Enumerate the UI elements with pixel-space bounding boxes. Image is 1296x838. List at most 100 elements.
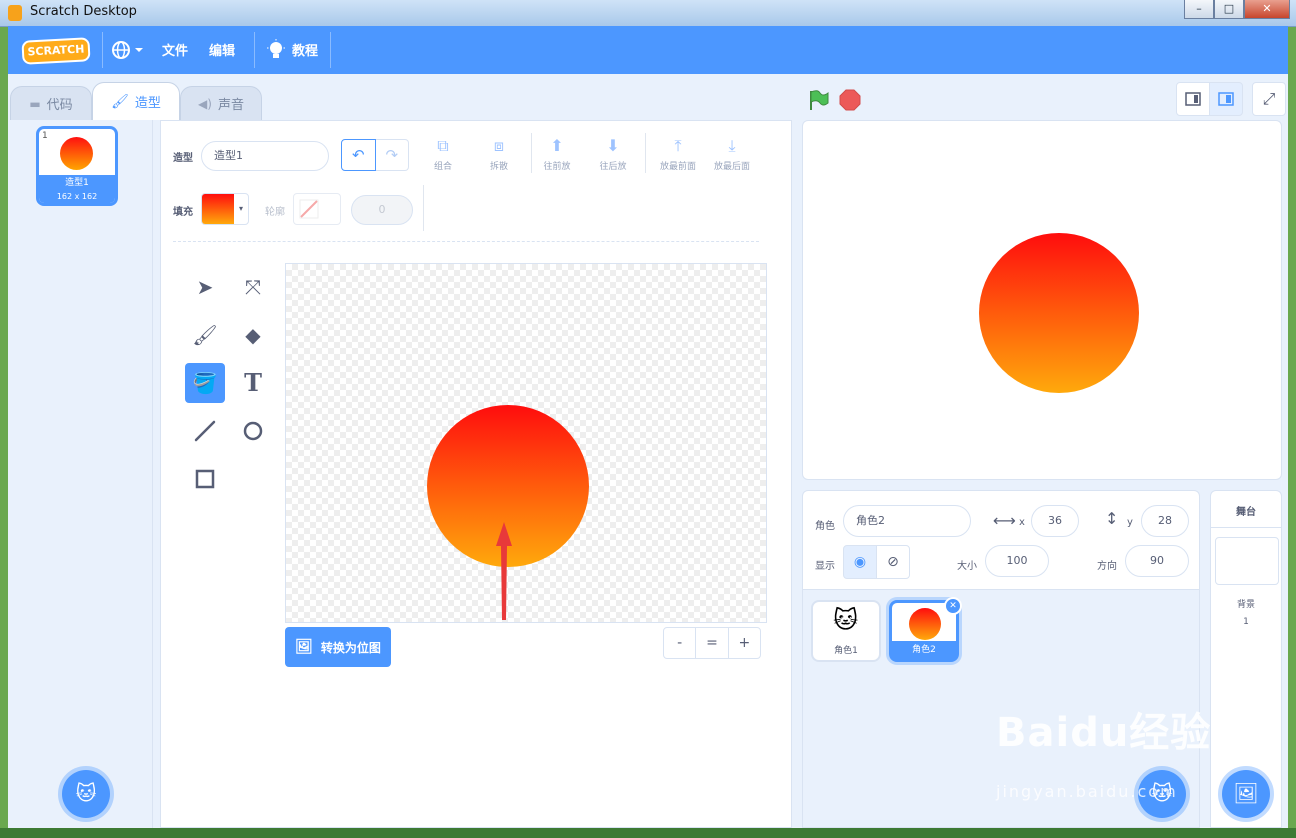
direction-input[interactable]: 90	[1125, 545, 1189, 577]
line-tool[interactable]	[185, 411, 225, 451]
costume-label: 造型1 162 x 162	[39, 175, 115, 203]
sprite-thumbnail	[909, 608, 941, 640]
zoom-in-button[interactable]: +	[729, 628, 760, 658]
stage-title: 舞台	[1236, 507, 1256, 518]
text-icon: T	[244, 368, 262, 397]
reshape-icon: ⤧	[245, 275, 261, 299]
show-button[interactable]: ◉	[843, 545, 877, 579]
tab-costumes-label: 造型	[134, 96, 161, 111]
toolbar-divider	[645, 133, 646, 173]
group-label: 组合	[433, 162, 452, 172]
brush-icon: 🖌	[111, 93, 129, 110]
select-tool[interactable]: ➤	[185, 267, 225, 307]
x-input[interactable]: 36	[1031, 505, 1079, 537]
fill-tool[interactable]: 🪣	[185, 363, 225, 403]
stage-sprite-circle[interactable]	[979, 233, 1139, 393]
eraser-tool[interactable]: ◆	[233, 315, 273, 355]
toolbar-divider	[423, 185, 424, 231]
backdrops-count: 1	[1243, 617, 1249, 627]
stage-canvas[interactable]	[802, 120, 1282, 480]
sprite-info-panel: 角色 角色2 ⟷ x 36 ↕ y 28 显示 ◉ ⊘ 大小 100 方向 90	[802, 490, 1200, 590]
sprite-tile[interactable]: 🐱 角色1	[811, 600, 881, 662]
app-icon	[8, 5, 22, 21]
small-stage-button[interactable]	[1176, 82, 1210, 116]
globe-icon	[112, 41, 143, 59]
menu-tutorials-label: 教程	[292, 44, 319, 59]
back-button[interactable]: ⤓ 放最后面	[705, 137, 759, 173]
zoom-controls: - = +	[663, 627, 761, 659]
close-button[interactable]: ✕	[1244, 0, 1290, 19]
brush-tool[interactable]: 🖌	[185, 315, 225, 355]
maximize-button[interactable]: □	[1214, 0, 1244, 19]
tab-sounds[interactable]: ◀) 声音	[180, 86, 262, 120]
choose-costume-button[interactable]: 🐱	[62, 770, 110, 818]
costume-index: 1	[42, 131, 48, 141]
menu-tutorials[interactable]: 教程	[266, 38, 336, 62]
normal-stage-icon	[1218, 92, 1234, 106]
ungroup-button[interactable]: ⧈ 拆散	[479, 137, 519, 173]
fill-label: 填充	[173, 207, 193, 218]
undo-button[interactable]: ↶	[341, 139, 376, 171]
stop-icon[interactable]	[838, 88, 862, 112]
front-button[interactable]: ⤒ 放最前面	[651, 137, 705, 173]
language-menu[interactable]	[110, 38, 144, 62]
redo-button[interactable]: ↷	[375, 139, 409, 171]
forward-button[interactable]: ⬆ 往前放	[537, 137, 577, 173]
ungroup-label: 拆散	[489, 162, 508, 172]
fullscreen-button[interactable]: ⤢	[1252, 82, 1286, 116]
backward-label: 往后放	[599, 162, 627, 172]
convert-to-bitmap-button[interactable]: 🖼 转换为位图	[285, 627, 391, 667]
forward-label: 往前放	[543, 162, 571, 172]
menu-edit[interactable]: 编辑	[209, 40, 235, 59]
rectangle-tool[interactable]	[185, 459, 225, 499]
lightbulb-icon	[267, 39, 285, 58]
eraser-icon: ◆	[245, 323, 261, 347]
group-button[interactable]: ⧉ 组合	[423, 136, 463, 173]
tab-code-label: 代码	[46, 98, 73, 113]
menu-file[interactable]: 文件	[162, 40, 188, 59]
sprite-name-input[interactable]: 角色2	[843, 505, 971, 537]
cat-sprite-icon: 🐱	[833, 606, 859, 634]
paint-canvas[interactable]	[285, 263, 767, 623]
outline-color-picker[interactable]	[293, 193, 341, 225]
outline-width-input[interactable]: 0	[351, 195, 413, 225]
rectangle-icon	[195, 469, 215, 489]
green-flag-icon[interactable]	[806, 88, 830, 112]
tab-costumes[interactable]: 🖌 造型	[92, 82, 180, 120]
image-add-icon: 🖼	[1233, 781, 1259, 805]
costume-name: 造型1	[65, 178, 89, 188]
fullscreen-icon: ⤢	[1262, 89, 1276, 108]
front-label: 放最前面	[659, 162, 696, 172]
costume-list: 1 造型1 162 x 162 🐱	[8, 120, 153, 828]
chevron-down-icon: ▾	[238, 204, 243, 213]
normal-stage-button[interactable]	[1209, 82, 1243, 116]
text-tool[interactable]: T	[233, 363, 273, 403]
circle-tool[interactable]	[233, 411, 273, 451]
zoom-out-button[interactable]: -	[664, 628, 697, 658]
menu-divider	[254, 32, 255, 68]
backdrop-thumbnail	[1215, 537, 1279, 585]
reshape-tool[interactable]: ⤧	[233, 267, 273, 307]
choose-backdrop-button[interactable]: 🖼	[1222, 770, 1270, 818]
minimize-button[interactable]: –	[1184, 0, 1214, 19]
scratch-logo[interactable]: SCRATCH	[21, 37, 91, 65]
close-icon: ✕	[949, 601, 957, 611]
fill-color-picker[interactable]: ▾	[201, 193, 249, 225]
delete-sprite-button[interactable]: ✕	[944, 597, 962, 615]
backward-button[interactable]: ⬇ 往后放	[593, 137, 633, 173]
costume-name-input[interactable]: 造型1	[201, 141, 329, 171]
watermark: Baidu经验	[996, 710, 1212, 756]
sprite-name: 角色1	[834, 646, 858, 656]
fill-swatch	[202, 194, 234, 224]
tab-code[interactable]: ▬ 代码	[10, 86, 92, 120]
sprite-tile-selected[interactable]: 角色2 ✕	[889, 597, 962, 662]
group-icon: ⧉	[437, 136, 449, 155]
paint-editor: 造型 造型1 ↶ ↷ ⧉ 组合 ⧈ 拆散 ⬆ 往前放 ⬇ 往后放 ⤒ 放最前面 …	[160, 120, 792, 828]
hide-button[interactable]: ⊘	[876, 545, 910, 579]
vertical-arrows-icon: ↕	[1105, 509, 1119, 528]
costume-item[interactable]: 1 造型1 162 x 162	[36, 126, 118, 206]
costume-size: 162 x 162	[56, 192, 98, 201]
y-input[interactable]: 28	[1141, 505, 1189, 537]
zoom-reset-button[interactable]: =	[696, 628, 729, 658]
size-input[interactable]: 100	[985, 545, 1049, 577]
